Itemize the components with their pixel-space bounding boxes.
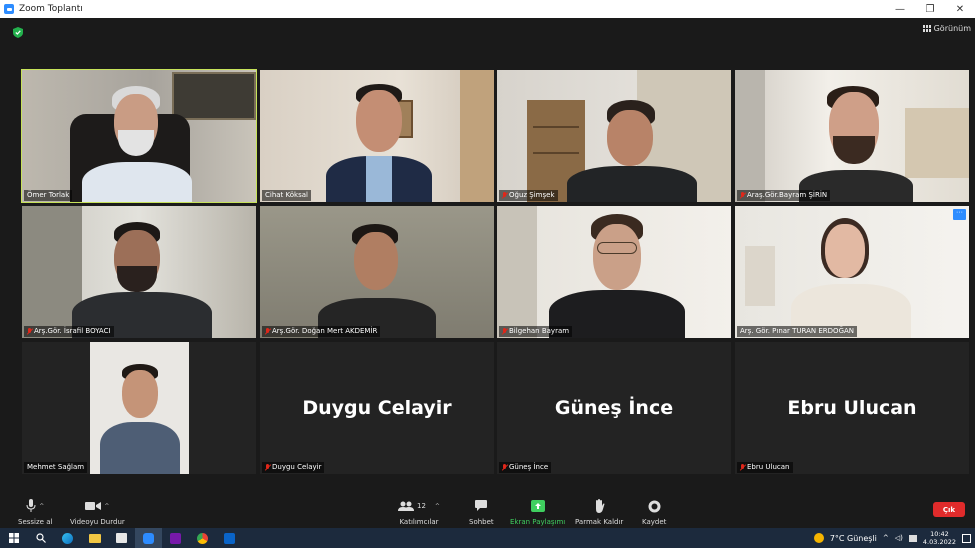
participants-icon	[398, 501, 414, 511]
outlook-icon	[224, 532, 235, 544]
chat-button[interactable]: Sohbet	[469, 498, 494, 526]
chat-bubble-icon	[475, 500, 488, 511]
minimize-button[interactable]: —	[885, 0, 915, 18]
taskbar-search-button[interactable]	[27, 528, 54, 548]
participant-name: Bilgehan Bayram	[499, 326, 573, 337]
onenote-icon	[170, 532, 181, 544]
participant-display-name: Ebru Ulucan	[787, 397, 917, 419]
stop-video-button[interactable]: ^ Videoyu Durdur	[70, 498, 125, 526]
meeting-toolbar: ^ Sessize al ^ Videoyu Durdur 12 ^ Katıl…	[0, 492, 975, 528]
windows-start-button[interactable]	[0, 528, 27, 548]
muted-mic-icon	[740, 464, 745, 471]
video-tile[interactable]: Oğuz Şimşek	[497, 70, 731, 202]
weather-sun-icon	[813, 533, 824, 543]
participant-name: Oğuz Şimşek	[499, 190, 558, 201]
windows-taskbar: 7°C Güneşli ^ ◁) 10:42 4.03.2022	[0, 528, 975, 548]
restore-button[interactable]: ❐	[915, 0, 945, 18]
chevron-up-icon[interactable]: ^	[39, 503, 44, 510]
participant-name: Arş. Gör. Pınar TURAN ERDOĞAN	[737, 326, 858, 337]
participants-count: 12	[417, 502, 426, 510]
video-tile[interactable]: Duygu Celayir Duygu Celayir	[260, 342, 494, 474]
muted-mic-icon	[265, 328, 270, 335]
window-title: Zoom Toplantı	[19, 4, 83, 14]
share-screen-button[interactable]: Ekran Paylaşımı	[510, 498, 565, 526]
view-label: Görünüm	[933, 24, 971, 33]
window-titlebar: Zoom Toplantı — ❐ ✕	[0, 0, 975, 18]
zoom-icon	[143, 532, 154, 544]
video-tile[interactable]: Ebru Ulucan Ebru Ulucan	[735, 342, 969, 474]
video-tile[interactable]: Ömer Torlak	[21, 69, 257, 203]
participant-name: Ebru Ulucan	[737, 462, 793, 473]
participant-name: Mehmet Sağlam	[24, 462, 88, 473]
share-screen-icon	[530, 500, 545, 512]
leave-button[interactable]: Çık	[933, 502, 965, 517]
raised-hand-icon	[595, 499, 605, 513]
taskbar-explorer[interactable]	[81, 528, 108, 548]
taskbar-app[interactable]	[108, 528, 135, 548]
tile-more-button[interactable]: ···	[953, 209, 966, 220]
weather-text[interactable]: 7°C Güneşli	[830, 534, 877, 543]
meeting-area: Görünüm Ömer Torlak Cihat Köksal Oğuz Şi…	[0, 18, 975, 492]
participant-name: Duygu Celayir	[262, 462, 325, 473]
grid-view-icon	[922, 25, 931, 32]
chevron-up-icon[interactable]: ^	[883, 534, 889, 542]
video-tile[interactable]: ··· Arş. Gör. Pınar TURAN ERDOĞAN	[735, 206, 969, 338]
encryption-shield-icon[interactable]	[13, 27, 23, 38]
edge-browser-icon	[62, 532, 73, 544]
video-tile[interactable]: Araş.Gör.Bayram ŞİRİN	[735, 70, 969, 202]
video-tile[interactable]: Güneş İnce Güneş İnce	[497, 342, 731, 474]
video-tile[interactable]: Cihat Köksal	[260, 70, 494, 202]
record-icon	[648, 500, 661, 512]
video-tile[interactable]: Bilgehan Bayram	[497, 206, 731, 338]
muted-mic-icon	[502, 464, 507, 471]
participant-display-name: Güneş İnce	[554, 397, 674, 419]
speaker-icon[interactable]: ◁)	[895, 534, 903, 542]
network-icon[interactable]	[908, 534, 917, 542]
record-button[interactable]: Kaydet	[642, 498, 666, 526]
participants-button[interactable]: 12 ^ Katılımcılar	[398, 498, 440, 526]
raise-hand-button[interactable]: Parmak Kaldır	[575, 498, 623, 526]
zoom-app-icon	[4, 4, 14, 14]
search-icon	[35, 533, 46, 543]
muted-mic-icon	[27, 328, 32, 335]
participant-display-name: Duygu Celayir	[302, 397, 452, 419]
taskbar-outlook[interactable]	[216, 528, 243, 548]
taskbar-edge[interactable]	[54, 528, 81, 548]
participant-name: Arş.Gör. İsrafil BOYACI	[24, 326, 114, 337]
participant-name: Cihat Köksal	[262, 190, 311, 201]
taskbar-onenote[interactable]	[162, 528, 189, 548]
participant-name: Ömer Torlak	[24, 190, 73, 201]
muted-mic-icon	[740, 192, 745, 199]
chevron-up-icon[interactable]: ^	[435, 503, 440, 510]
participant-name: Araş.Gör.Bayram ŞİRİN	[737, 190, 831, 201]
taskbar-chrome[interactable]	[189, 528, 216, 548]
muted-mic-icon	[502, 192, 507, 199]
clock[interactable]: 10:42 4.03.2022	[923, 530, 956, 546]
video-camera-icon	[85, 502, 102, 510]
notifications-icon[interactable]	[962, 533, 971, 543]
app-icon	[116, 533, 127, 543]
video-tile[interactable]: Arş.Gör. Doğan Mert AKDEMİR	[260, 206, 494, 338]
chrome-icon	[197, 532, 208, 544]
system-tray: 7°C Güneşli ^ ◁) 10:42 4.03.2022	[813, 528, 975, 548]
windows-logo-icon	[8, 533, 19, 543]
taskbar-zoom[interactable]	[135, 528, 162, 548]
microphone-icon	[26, 499, 36, 512]
participant-name: Güneş İnce	[499, 462, 552, 473]
view-button[interactable]: Görünüm	[922, 24, 971, 33]
folder-icon	[88, 533, 101, 543]
muted-mic-icon	[502, 328, 507, 335]
participant-name: Arş.Gör. Doğan Mert AKDEMİR	[262, 326, 381, 337]
video-tile[interactable]: Mehmet Sağlam	[22, 342, 256, 474]
mute-button[interactable]: ^ Sessize al	[18, 498, 52, 526]
muted-mic-icon	[265, 464, 270, 471]
close-button[interactable]: ✕	[945, 0, 975, 18]
video-tile[interactable]: Arş.Gör. İsrafil BOYACI	[22, 206, 256, 338]
chevron-up-icon[interactable]: ^	[104, 503, 109, 510]
